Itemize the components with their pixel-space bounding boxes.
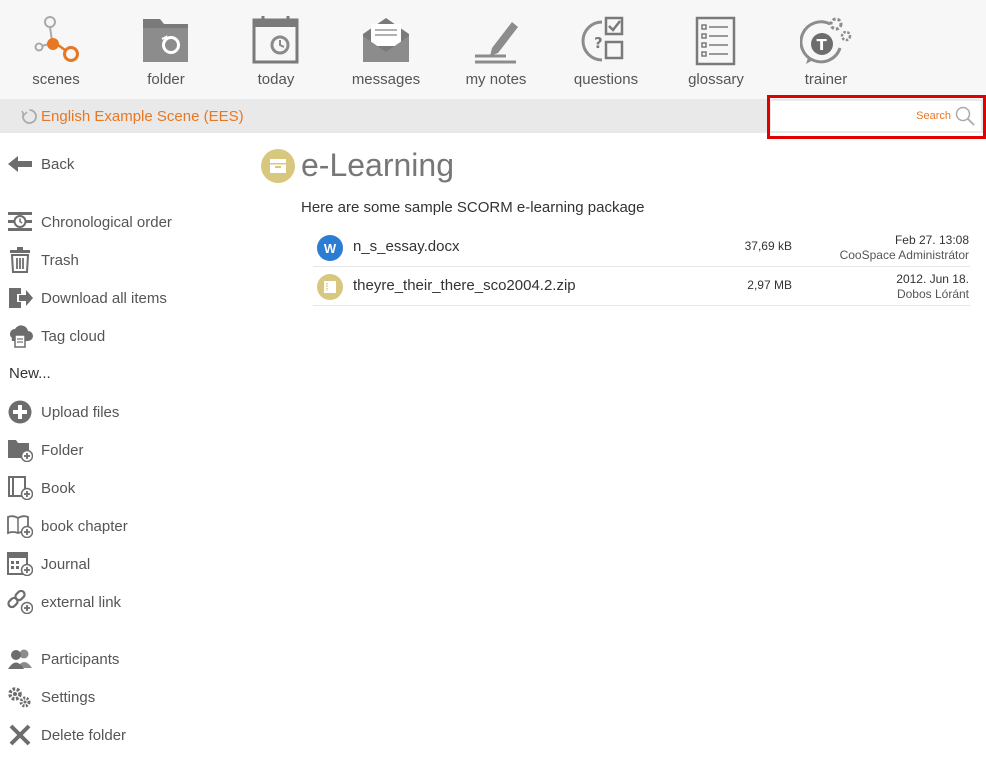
page-title: e-Learning — [301, 147, 454, 183]
questions-icon: ? — [580, 14, 632, 66]
participants-icon — [7, 646, 33, 672]
sidebar-item-upload-files[interactable]: Upload files — [7, 399, 119, 425]
sidebar-item-label: Delete folder — [41, 726, 127, 744]
back-arrow-icon — [7, 151, 33, 177]
sidebar-item-new-external-link[interactable]: external link — [7, 589, 121, 615]
scene-link[interactable]: English Example Scene (EES) — [20, 107, 244, 126]
nav-label: scenes — [32, 71, 80, 88]
tag-cloud-icon — [7, 323, 33, 349]
nav-today[interactable]: today — [221, 0, 331, 99]
file-date: Feb 27. 13:08 — [894, 233, 969, 247]
sidebar-item-label: Journal — [41, 555, 91, 573]
nav-label: messages — [351, 71, 421, 88]
search-icon[interactable] — [955, 106, 975, 126]
nav-folder[interactable]: folder — [111, 0, 221, 99]
svg-text:T: T — [817, 36, 828, 54]
file-name[interactable]: theyre_their_there_sco2004.2.zip — [353, 277, 576, 294]
file-date: 2012. Jun 18. — [896, 272, 969, 286]
refresh-icon — [21, 109, 37, 124]
sidebar-item-label: Book — [41, 479, 76, 497]
svg-text:?: ? — [594, 34, 603, 52]
sidebar-item-download-all[interactable]: Download all items — [7, 285, 167, 311]
sidebar-item-new-folder[interactable]: Folder — [7, 437, 84, 463]
trainer-icon: T — [800, 14, 852, 66]
sidebar-item-label: Chronological order — [41, 213, 172, 231]
word-document-icon: W — [317, 235, 343, 261]
sidebar-item-label: Upload files — [41, 403, 120, 421]
back-label: Back — [41, 155, 75, 173]
sidebar-item-new-book[interactable]: Book — [7, 475, 75, 501]
folder-description: Here are some sample SCORM e-learning pa… — [301, 199, 645, 216]
sidebar-item-participants[interactable]: Participants — [7, 646, 119, 672]
file-row[interactable]: theyre_their_there_sco2004.2.zip 2,97 MB… — [313, 267, 970, 306]
new-external-link-icon — [7, 589, 33, 615]
envelope-icon — [360, 14, 412, 66]
sidebar-item-label: Folder — [41, 441, 84, 459]
file-author: CooSpace Administrátor — [839, 248, 969, 262]
settings-gears-icon — [7, 684, 33, 710]
nav-glossary[interactable]: glossary — [661, 0, 771, 99]
sidebar-item-settings[interactable]: Settings — [7, 684, 95, 710]
calendar-today-icon — [250, 14, 302, 66]
sidebar-item-trash[interactable]: Trash — [7, 247, 79, 273]
trash-icon — [7, 247, 33, 273]
nav-label: folder — [147, 71, 185, 88]
delete-x-icon — [7, 722, 33, 748]
elearning-folder-icon — [261, 149, 295, 183]
sidebar-item-label: Trash — [41, 251, 79, 269]
sidebar: Back Chronological order Trash Download … — [0, 133, 250, 757]
nav-scenes[interactable]: scenes — [1, 0, 111, 99]
nav-questions[interactable]: ? questions — [551, 0, 661, 99]
sidebar-item-label: external link — [41, 593, 122, 611]
new-book-chapter-icon — [7, 513, 33, 539]
new-heading: New... — [9, 365, 51, 382]
search-box[interactable] — [771, 101, 981, 131]
upload-plus-icon — [7, 399, 33, 425]
sidebar-item-new-journal[interactable]: Journal — [7, 551, 90, 577]
sidebar-item-delete-folder[interactable]: Delete folder — [7, 722, 126, 748]
nav-label: glossary — [688, 71, 744, 88]
sidebar-item-new-book-chapter[interactable]: book chapter — [7, 513, 128, 539]
new-journal-icon — [7, 551, 33, 577]
file-author: Dobos Lóránt — [896, 287, 969, 301]
file-size: 37,69 kB — [744, 239, 792, 253]
top-navigation: scenes folder today messages my notes ? … — [0, 0, 986, 99]
file-list: W n_s_essay.docx 37,69 kB Feb 27. 13:08 … — [313, 228, 970, 306]
nav-label: trainer — [804, 71, 848, 88]
search-input[interactable] — [781, 110, 951, 122]
file-name[interactable]: n_s_essay.docx — [353, 238, 459, 255]
chronological-order-icon — [7, 209, 33, 235]
sidebar-item-label: Settings — [41, 688, 96, 706]
download-all-icon — [7, 285, 33, 311]
sidebar-item-label: Tag cloud — [41, 327, 106, 345]
sidebar-item-label: Download all items — [41, 289, 167, 307]
nav-messages[interactable]: messages — [331, 0, 441, 99]
sidebar-item-label: book chapter — [41, 517, 128, 535]
scene-name: English Example Scene (EES) — [41, 108, 244, 125]
back-button[interactable]: Back — [7, 151, 74, 177]
file-size: 2,97 MB — [747, 278, 792, 292]
nav-label: my notes — [465, 71, 527, 88]
pencil-notes-icon — [470, 14, 522, 66]
file-type-letter: W — [323, 240, 337, 256]
sidebar-item-label: Participants — [41, 650, 120, 668]
new-folder-icon — [7, 437, 33, 463]
nav-label: questions — [573, 71, 639, 88]
nav-label: today — [257, 71, 295, 88]
folder-icon — [140, 14, 192, 66]
nav-my-notes[interactable]: my notes — [441, 0, 551, 99]
scorm-package-icon — [317, 274, 343, 300]
sidebar-item-tag-cloud[interactable]: Tag cloud — [7, 323, 105, 349]
scenes-icon — [30, 14, 82, 66]
glossary-icon — [690, 14, 742, 66]
new-book-icon — [7, 475, 33, 501]
sidebar-item-chronological-order[interactable]: Chronological order — [7, 209, 172, 235]
file-row[interactable]: W n_s_essay.docx 37,69 kB Feb 27. 13:08 … — [313, 228, 970, 267]
nav-trainer[interactable]: T trainer — [771, 0, 881, 99]
